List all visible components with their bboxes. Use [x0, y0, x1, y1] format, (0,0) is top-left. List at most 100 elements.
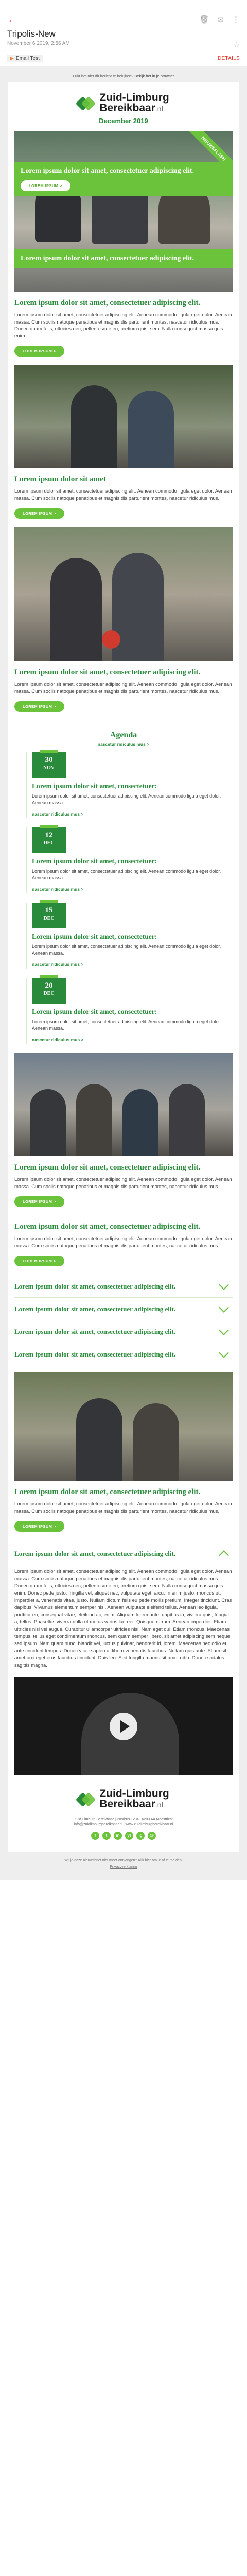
story5-image: [14, 1372, 233, 1481]
edition-date: December 2019: [99, 117, 148, 125]
delete-icon[interactable]: 🗑: [199, 15, 209, 24]
accordion-item-title: Lorem ipsum dolor sit amet, consectetuer…: [14, 1350, 176, 1358]
event-title: Lorem ipsum dolor sit amet, consectetuer…: [32, 857, 157, 865]
agenda-subtitle-link[interactable]: nascetur ridiculus mus >: [8, 742, 239, 747]
star-icon[interactable]: ☆: [233, 41, 240, 49]
label-chip[interactable]: ▶ Email Test: [7, 55, 43, 62]
agenda-event: 12 DEC Lorem ipsum dolor sit amet, conse…: [26, 825, 221, 893]
accordion-item-title: Lorem ipsum dolor sit amet, consectetuer…: [14, 1282, 176, 1290]
instagram-icon[interactable]: ig: [136, 1832, 145, 1840]
hero-button[interactable]: LOREM IPSUM >: [21, 180, 70, 191]
story4-body: Lorem ipsum dolor sit amet, consectetuer…: [14, 1236, 232, 1249]
accordion-item[interactable]: Lorem ipsum dolor sit amet, consectetuer…: [14, 1275, 233, 1297]
chevron-down-icon: [219, 1279, 229, 1290]
linkedin-icon[interactable]: in: [114, 1832, 122, 1840]
facebook-icon[interactable]: f: [91, 1832, 99, 1840]
browser-notice-text: Lukt het niet dit bericht te bekijken?: [73, 74, 135, 78]
agenda-section: Agenda nascetur ridiculus mus > 30 NOV L…: [8, 720, 239, 1044]
agenda-event: 20 DEC Lorem ipsum dolor sit amet, conse…: [26, 975, 221, 1044]
story4-article: Lorem ipsum dolor sit amet, consectetuer…: [8, 1215, 239, 1275]
event-link[interactable]: nascetur ridiculus mus >: [32, 887, 83, 892]
event-link[interactable]: nascetur ridiculus mus >: [32, 811, 83, 817]
footer-brand-name: Zuid-Limburg Bereikbaar.nl: [99, 1788, 169, 1810]
accordion-expanded-body: Lorem ipsum dolor sit amet, consectetuer…: [14, 1569, 232, 1668]
agenda-title: Agenda: [110, 731, 137, 739]
browser-view-link[interactable]: Bekijk het in je browser: [134, 74, 174, 78]
logo-mark-icon: [76, 1791, 96, 1808]
intro-body: Lorem ipsum dolor sit amet, consectetuer…: [14, 312, 232, 339]
accordion-item[interactable]: Lorem ipsum dolor sit amet, consectetuer…: [14, 1297, 233, 1320]
story3-body: Lorem ipsum dolor sit amet, consectetuer…: [14, 1177, 232, 1190]
unsubscribe-link[interactable]: Wil je deze nieuwsbrief niet meer ontvan…: [15, 1858, 232, 1863]
mail-date: November 6 2019, 2:56 AM: [7, 41, 70, 46]
hero-card-top: Lorem ipsum dolor sit amet, consectetuer…: [14, 162, 233, 196]
newsletter-container: Zuid-Limburg Bereikbaar.nl December 2019…: [8, 82, 239, 1852]
accordion-expanded-title: Lorem ipsum dolor sit amet, consectetuer…: [14, 1549, 176, 1557]
story5-body: Lorem ipsum dolor sit amet, consectetuer…: [14, 1501, 232, 1514]
sender-name: Tripolis-New: [7, 29, 56, 39]
event-link[interactable]: nascetur ridiculus mus >: [32, 1037, 83, 1042]
event-title: Lorem ipsum dolor sit amet, consectetuer…: [32, 1008, 157, 1015]
browser-notice: Lukt het niet dit bericht te bekijken? B…: [0, 71, 247, 82]
mail-icon[interactable]: ✉: [217, 15, 224, 24]
event-date-badge: 15 DEC: [32, 900, 66, 928]
event-body: Lorem ipsum dolor sit amet, consectetuer…: [32, 944, 221, 956]
hero-banner[interactable]: NIEUWSFLASH Lorem ipsum dolor sit amet, …: [14, 131, 233, 292]
story1-title: Lorem ipsum dolor sit amet: [14, 475, 106, 483]
details-link[interactable]: DETAILS: [218, 56, 240, 61]
accordion-item-title: Lorem ipsum dolor sit amet, consectetuer…: [14, 1305, 176, 1313]
story1-button[interactable]: LOREM IPSUM >: [14, 508, 64, 519]
event-body: Lorem ipsum dolor sit amet, consectetuer…: [32, 869, 221, 880]
story2-button[interactable]: LOREM IPSUM >: [14, 701, 64, 712]
story3-button[interactable]: LOREM IPSUM >: [14, 1196, 64, 1207]
story3-image: [14, 1053, 233, 1156]
event-body: Lorem ipsum dolor sit amet, consectetuer…: [32, 1019, 221, 1031]
hero-card-top-title: Lorem ipsum dolor sit amet, consectetuer…: [21, 167, 195, 175]
accordion-item[interactable]: Lorem ipsum dolor sit amet, consectetuer…: [14, 1320, 233, 1343]
agenda-event: 15 DEC Lorem ipsum dolor sit amet, conse…: [26, 900, 221, 969]
hero-card-bottom-title: Lorem ipsum dolor sit amet, consectetuer…: [21, 255, 195, 262]
chevron-down-icon: [219, 1347, 229, 1358]
story2-image: [14, 527, 233, 661]
newsletter-body: Lukt het niet dit bericht te bekijken? B…: [0, 66, 247, 1880]
chevron-down-icon: [219, 1302, 229, 1313]
event-date-badge: 30 NOV: [32, 750, 66, 778]
back-arrow-icon[interactable]: ←: [7, 14, 17, 26]
chevron-up-icon: [219, 1550, 229, 1561]
accordion-item[interactable]: Lorem ipsum dolor sit amet, consectetuer…: [14, 1343, 233, 1365]
intro-article: Lorem ipsum dolor sit amet, consectetuer…: [8, 292, 239, 365]
story4-title: Lorem ipsum dolor sit amet, consectetuer…: [14, 1223, 201, 1231]
more-icon[interactable]: ⋮: [232, 15, 240, 24]
story5-title: Lorem ipsum dolor sit amet, consectetuer…: [14, 1488, 201, 1496]
event-title: Lorem ipsum dolor sit amet, consectetuer…: [32, 933, 157, 940]
email-icon[interactable]: @: [148, 1832, 156, 1840]
social-links: f t in yt ig @: [19, 1832, 228, 1840]
story4-button[interactable]: LOREM IPSUM >: [14, 1256, 64, 1266]
story3-title: Lorem ipsum dolor sit amet, consectetuer…: [14, 1163, 201, 1172]
brand-logo[interactable]: Zuid-Limburg Bereikbaar.nl: [8, 82, 239, 116]
mail-header: ← 🗑 ✉ ⋮ Tripolis-New November 6 2019, 2:…: [0, 11, 247, 66]
accordion-item-title: Lorem ipsum dolor sit amet, consectetuer…: [14, 1328, 176, 1335]
story1-body: Lorem ipsum dolor sit amet, consectetuer…: [14, 488, 232, 501]
footer-address: Zuid-Limburg Bereikbaar | Postbus 1234 |…: [74, 1818, 173, 1821]
play-icon[interactable]: [110, 1713, 137, 1740]
intro-button[interactable]: LOREM IPSUM >: [14, 346, 64, 357]
twitter-icon[interactable]: t: [102, 1832, 111, 1840]
privacy-link[interactable]: Privacyverklaring: [15, 1865, 232, 1870]
event-date-badge: 20 DEC: [32, 975, 66, 1004]
brand-name: Zuid-Limburg Bereikbaar.nl: [99, 92, 169, 114]
bottom-links: Wil je deze nieuwsbrief niet meer ontvan…: [0, 1852, 247, 1880]
story5-button[interactable]: LOREM IPSUM >: [14, 1521, 64, 1532]
story1-article: Lorem ipsum dolor sit amet Lorem ipsum d…: [8, 468, 239, 527]
footer-logo[interactable]: Zuid-Limburg Bereikbaar.nl: [8, 1786, 239, 1812]
footer-contact[interactable]: info@zuidlimburgbereikbaar.nl | www.zuid…: [19, 1822, 228, 1827]
label-text: Email Test: [15, 56, 40, 61]
youtube-icon[interactable]: yt: [125, 1832, 133, 1840]
story2-body: Lorem ipsum dolor sit amet, consectetuer…: [14, 682, 232, 694]
event-link[interactable]: nascetur ridiculus mus >: [32, 962, 83, 967]
story5-article: Lorem ipsum dolor sit amet, consectetuer…: [8, 1481, 239, 1540]
video-player[interactable]: [14, 1677, 233, 1775]
accordion-item-expanded[interactable]: Lorem ipsum dolor sit amet, consectetuer…: [14, 1540, 233, 1566]
label-icon: ▶: [10, 56, 14, 61]
accordion-expanded: Lorem ipsum dolor sit amet, consectetuer…: [14, 1540, 233, 1566]
